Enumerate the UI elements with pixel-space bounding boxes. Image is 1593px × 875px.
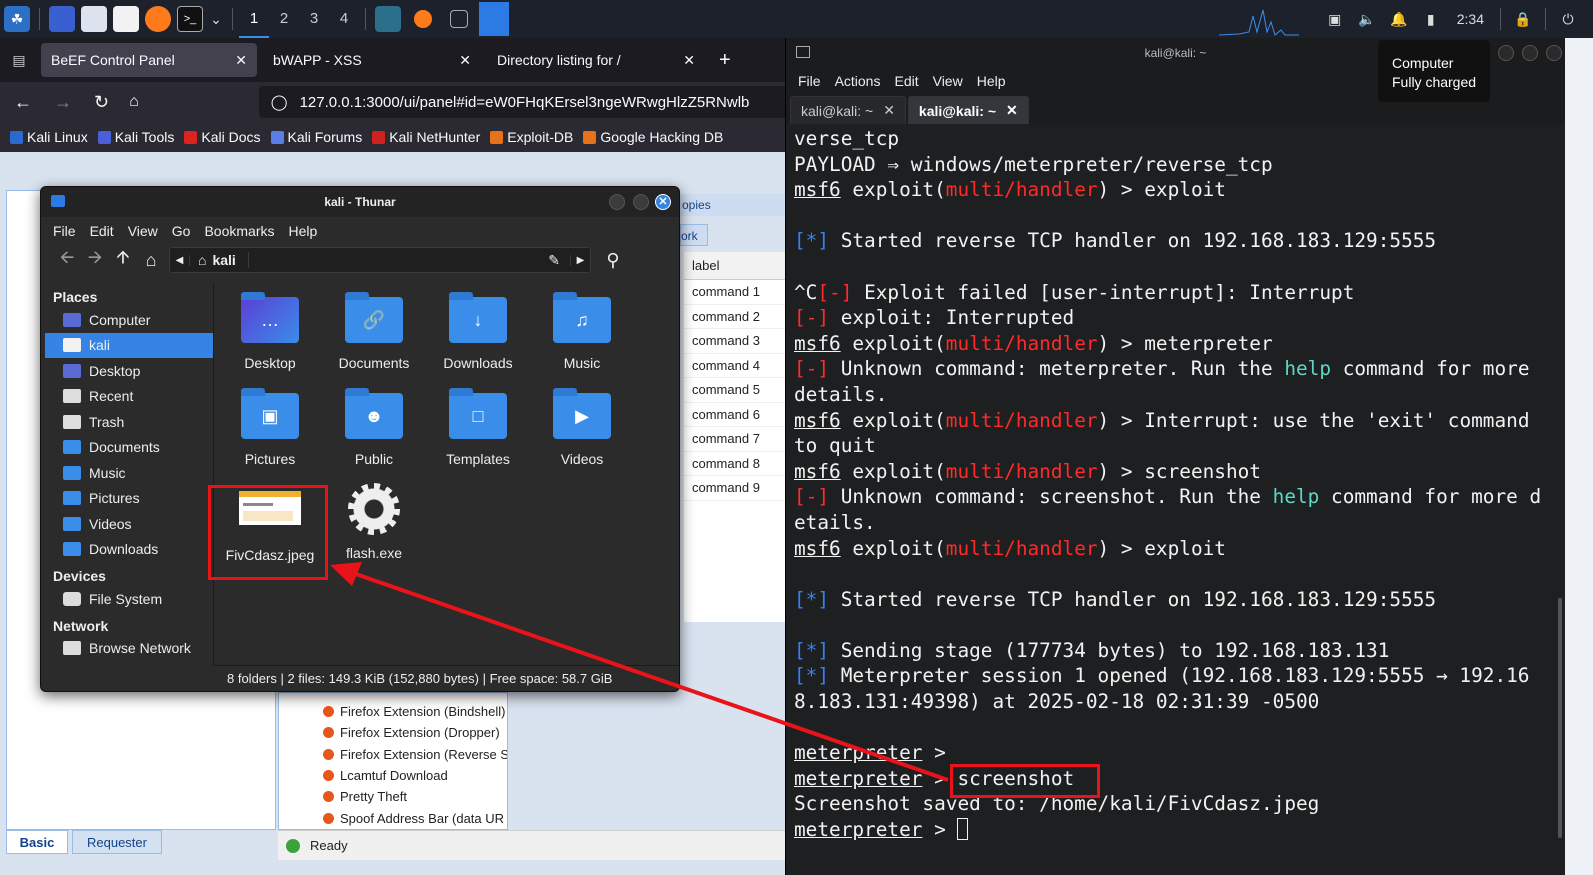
annotation-arrow [330,562,949,782]
